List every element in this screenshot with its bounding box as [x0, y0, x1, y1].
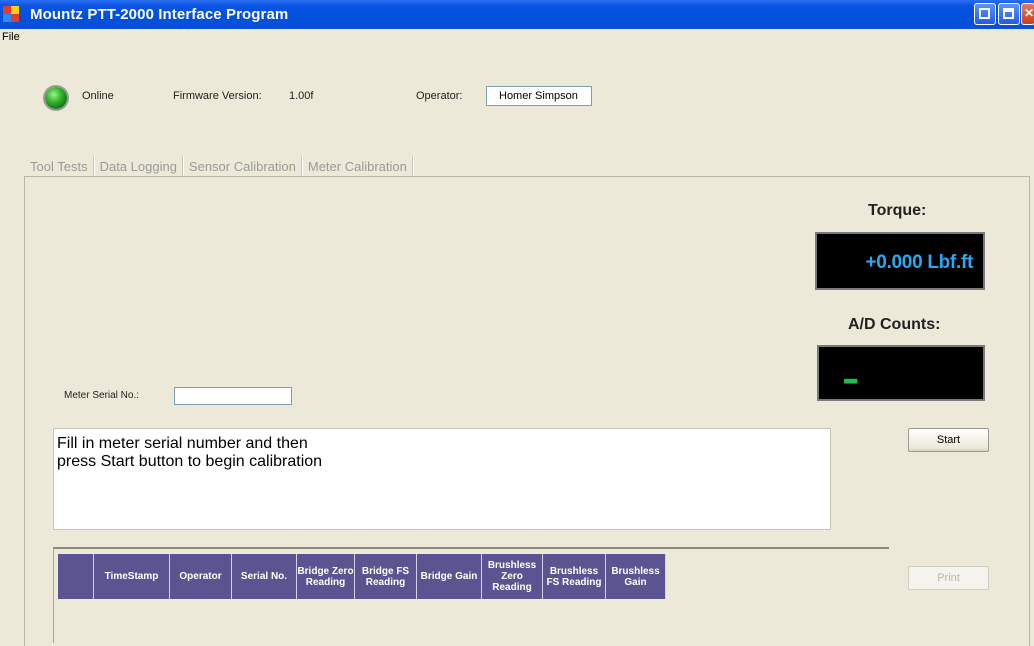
tab-data-logging[interactable]: Data Logging — [95, 159, 182, 174]
tab-tool-tests[interactable]: Tool Tests — [30, 159, 93, 174]
meter-serial-label: Meter Serial No.: — [64, 390, 140, 401]
column-header-brushless-gain[interactable]: Brushless Gain — [606, 554, 666, 599]
firmware-value: 1.00f — [289, 90, 314, 102]
title-bar[interactable]: Mountz PTT-2000 Interface Program ✕ — [0, 0, 1034, 29]
meter-serial-input[interactable] — [174, 387, 292, 405]
tab-strip: Tool Tests Data Logging Sensor Calibrati… — [30, 156, 414, 176]
window-title: Mountz PTT-2000 Interface Program — [30, 6, 289, 23]
minimize-icon — [979, 8, 990, 19]
torque-label: Torque: — [868, 202, 927, 219]
column-header-operator[interactable]: Operator — [170, 554, 232, 599]
ad-counts-label: A/D Counts: — [848, 316, 941, 333]
maximize-button[interactable] — [998, 3, 1020, 25]
minimize-button[interactable] — [974, 3, 996, 25]
instruction-line-2: press Start button to begin calibration — [57, 453, 323, 470]
column-header-brushless-fs-reading[interactable]: Brushless FS Reading — [543, 554, 606, 599]
tab-divider — [411, 156, 414, 176]
status-text: Online — [82, 90, 114, 102]
instruction-line-1: Fill in meter serial number and then — [57, 435, 308, 452]
menu-file[interactable]: File — [2, 31, 20, 43]
tab-sensor-calibration[interactable]: Sensor Calibration — [184, 159, 301, 174]
column-header-bridge-gain[interactable]: Bridge Gain — [417, 554, 482, 599]
operator-label: Operator: — [416, 90, 463, 102]
print-button[interactable]: Print — [908, 566, 989, 590]
column-header-brushless-zero-reading[interactable]: Brushless Zero Reading — [482, 554, 543, 599]
app-grid-icon[interactable] — [3, 6, 19, 22]
operator-field[interactable]: Homer Simpson — [486, 86, 592, 106]
menu-bar: File — [0, 29, 1034, 47]
maximize-icon — [1003, 8, 1014, 19]
torque-value: +0.000 Lbf.ft — [865, 252, 974, 273]
tab-meter-calibration[interactable]: Meter Calibration — [303, 159, 412, 174]
ad-counts-value: - 391 — [835, 345, 869, 401]
row-header-corner[interactable] — [58, 554, 94, 599]
column-header-bridge-fs-reading[interactable]: Bridge FS Reading — [355, 554, 417, 599]
column-header-timestamp[interactable]: TimeStamp — [94, 554, 170, 599]
column-header-serial-no[interactable]: Serial No. — [232, 554, 297, 599]
close-button[interactable]: ✕ — [1021, 3, 1034, 25]
results-grid[interactable]: TimeStamp Operator Serial No. Bridge Zer… — [53, 547, 889, 643]
start-button[interactable]: Start — [908, 428, 989, 452]
instruction-textbox: Fill in meter serial number and then pre… — [53, 428, 831, 530]
results-grid-header: TimeStamp Operator Serial No. Bridge Zer… — [58, 554, 666, 599]
online-status-led-icon — [45, 87, 67, 109]
ad-counts-display: - 391 — [817, 345, 985, 401]
firmware-label: Firmware Version: — [173, 90, 262, 102]
torque-display: +0.000 Lbf.ft — [815, 232, 985, 290]
column-header-bridge-zero-reading[interactable]: Bridge Zero Reading — [297, 554, 355, 599]
close-icon: ✕ — [1024, 6, 1034, 20]
